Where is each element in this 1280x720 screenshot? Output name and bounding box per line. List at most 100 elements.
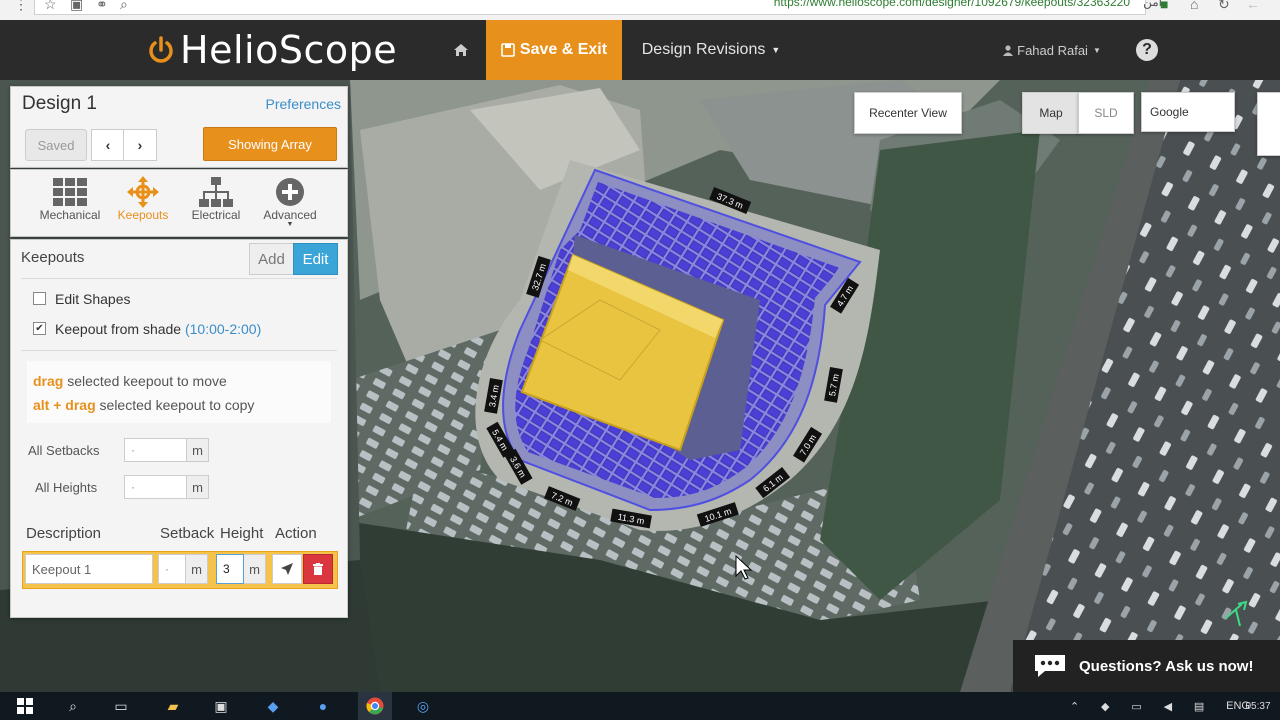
edit-shapes-checkbox[interactable]	[33, 292, 46, 305]
unit-label: m	[187, 475, 209, 499]
hint-text: selected keepout to copy	[99, 397, 255, 413]
cortana-icon[interactable]: ◎	[406, 692, 440, 720]
caret-down-icon: ▼	[771, 45, 781, 55]
recenter-view-button[interactable]: Recenter View	[854, 92, 962, 134]
help-button[interactable]: ?	[1134, 20, 1160, 80]
chat-label: Questions? Ask us now!	[1079, 657, 1254, 675]
col-description: Description	[26, 525, 102, 542]
sld-toggle-button[interactable]: SLD	[1078, 92, 1134, 134]
browser-toolbar: ⋮ ☆ ▣ ⚭ ⌕ https://www.helioscope.com/des…	[0, 0, 1280, 21]
hint-key: alt + drag	[33, 397, 96, 413]
hint-text: selected keepout to move	[67, 373, 227, 389]
prev-revision-button[interactable]: ‹	[91, 129, 125, 161]
divider	[21, 350, 337, 351]
system-tray[interactable]: ⌃ ◆ ▭ ◀ ▤ ENG	[1070, 692, 1250, 720]
edit-shapes-label: Edit Shapes	[55, 291, 131, 307]
save-exit-button[interactable]: Save & Exit	[486, 20, 622, 80]
grid-icon	[53, 178, 87, 206]
windows-start-icon[interactable]	[8, 692, 42, 720]
preferences-link[interactable]: Preferences	[266, 96, 341, 112]
dropbox-icon[interactable]: ◆	[256, 692, 290, 720]
chrome-icon[interactable]	[358, 692, 392, 720]
keepouts-panel: Keepouts Add Edit Edit Shapes ✔ Keepout …	[10, 239, 348, 618]
user-name: Fahad Rafai	[1017, 42, 1088, 58]
tool-label: Mechanical	[39, 208, 101, 222]
keepouts-title: Keepouts	[21, 249, 85, 266]
shade-time: (10:00-2:00)	[184, 321, 262, 337]
add-keepout-button[interactable]: Add	[249, 243, 294, 275]
url-text[interactable]: https://www.helioscope.com/designer/1092…	[774, 0, 1130, 9]
battery-icon[interactable]: ▭	[1131, 700, 1141, 713]
delete-keepout-button[interactable]	[303, 554, 333, 584]
camera-app-icon[interactable]: ●	[306, 692, 340, 720]
save-exit-label: Save & Exit	[519, 41, 608, 58]
showing-array-button[interactable]: Showing Array	[203, 127, 337, 161]
hint-box: drag selected keepout to move alt + drag…	[27, 361, 331, 423]
store-icon[interactable]: ▣	[204, 692, 238, 720]
user-menu[interactable]: Fahad Rafai ▼	[990, 20, 1114, 80]
star-icon[interactable]: ☆	[44, 0, 57, 13]
tray-expand-icon[interactable]: ⌃	[1070, 700, 1079, 713]
trash-icon	[313, 563, 323, 575]
reload-icon[interactable]: ↻	[1218, 0, 1230, 13]
keepout-height-input[interactable]: 3	[216, 554, 244, 584]
keepout-from-shade-checkbox[interactable]: ✔	[33, 322, 46, 335]
location-arrow-icon	[281, 563, 293, 575]
logo-text: HelioScope	[180, 28, 398, 72]
tool-mechanical[interactable]: Mechanical	[36, 176, 104, 232]
tool-label: Electrical	[191, 208, 241, 222]
extension-icon[interactable]: ▣	[70, 0, 83, 13]
hint-copy: alt + drag selected keepout to copy	[33, 397, 254, 413]
chevron-right-icon: ›	[137, 137, 143, 153]
map-toggle-button[interactable]: Map	[1022, 92, 1080, 134]
save-icon	[501, 43, 515, 57]
logo[interactable]: HelioScope	[146, 28, 397, 72]
clock-time: 05:37	[1245, 700, 1271, 712]
hint-key: drag	[33, 373, 64, 389]
zoom-controls[interactable]	[1257, 92, 1280, 156]
back-icon[interactable]: ←	[1246, 0, 1260, 12]
chevron-left-icon: ‹	[105, 137, 111, 153]
all-setbacks-input[interactable]: ·	[124, 438, 187, 462]
network-icon[interactable]: ▤	[1194, 700, 1204, 713]
all-setbacks-label: All Setbacks	[28, 443, 100, 458]
caret-down-icon: ▼	[286, 221, 294, 228]
col-action: Action	[275, 525, 317, 542]
secure-icon: ■	[1160, 0, 1169, 12]
home-browser-icon[interactable]: ⌂	[1190, 0, 1198, 12]
keepout-setback-input[interactable]: ·	[158, 554, 186, 584]
browser-menu-icon[interactable]: ⋮	[14, 0, 28, 13]
tools-panel: Mechanical Keepouts Electrical Advanced …	[10, 169, 348, 237]
home-button[interactable]	[440, 20, 482, 80]
saved-button[interactable]: Saved	[25, 129, 87, 161]
shade-label-text: Keepout from shade	[55, 321, 182, 337]
next-revision-button[interactable]: ›	[123, 129, 157, 161]
keepout-description-input[interactable]: Keepout 1	[25, 554, 153, 584]
task-view-icon[interactable]: ▭	[104, 692, 138, 720]
tool-electrical[interactable]: Electrical	[182, 176, 250, 232]
link-icon[interactable]: ⚭	[96, 0, 108, 13]
all-heights-label: All Heights	[35, 480, 98, 495]
move-icon	[127, 176, 159, 208]
dropbox-tray-icon[interactable]: ◆	[1101, 700, 1109, 713]
unit-label: m	[186, 554, 208, 584]
hierarchy-icon	[199, 177, 233, 207]
design-revisions-dropdown[interactable]: Design Revisions ▼	[626, 20, 796, 80]
power-icon	[149, 36, 173, 63]
tool-advanced[interactable]: Advanced ▼	[256, 176, 324, 232]
search-icon[interactable]: ⌕	[56, 692, 90, 720]
design-panel: Design 1 Preferences Saved ‹ › Showing A…	[10, 86, 348, 168]
hint-move: drag selected keepout to move	[33, 373, 227, 389]
support-chat-widget[interactable]: Questions? Ask us now!	[1013, 640, 1280, 692]
user-icon	[1003, 44, 1014, 56]
design-revisions-label: Design Revisions	[641, 41, 766, 58]
google-layer-select[interactable]: Google	[1141, 92, 1235, 132]
clock[interactable]: 05:37	[1238, 692, 1278, 720]
file-explorer-icon[interactable]: ▰	[156, 692, 190, 720]
edit-keepout-button[interactable]: Edit	[293, 243, 338, 275]
search-icon[interactable]: ⌕	[120, 0, 128, 13]
tool-keepouts[interactable]: Keepouts	[109, 176, 177, 232]
volume-icon[interactable]: ◀	[1164, 700, 1172, 713]
all-heights-input[interactable]: ·	[124, 475, 187, 499]
locate-keepout-button[interactable]	[272, 554, 302, 584]
